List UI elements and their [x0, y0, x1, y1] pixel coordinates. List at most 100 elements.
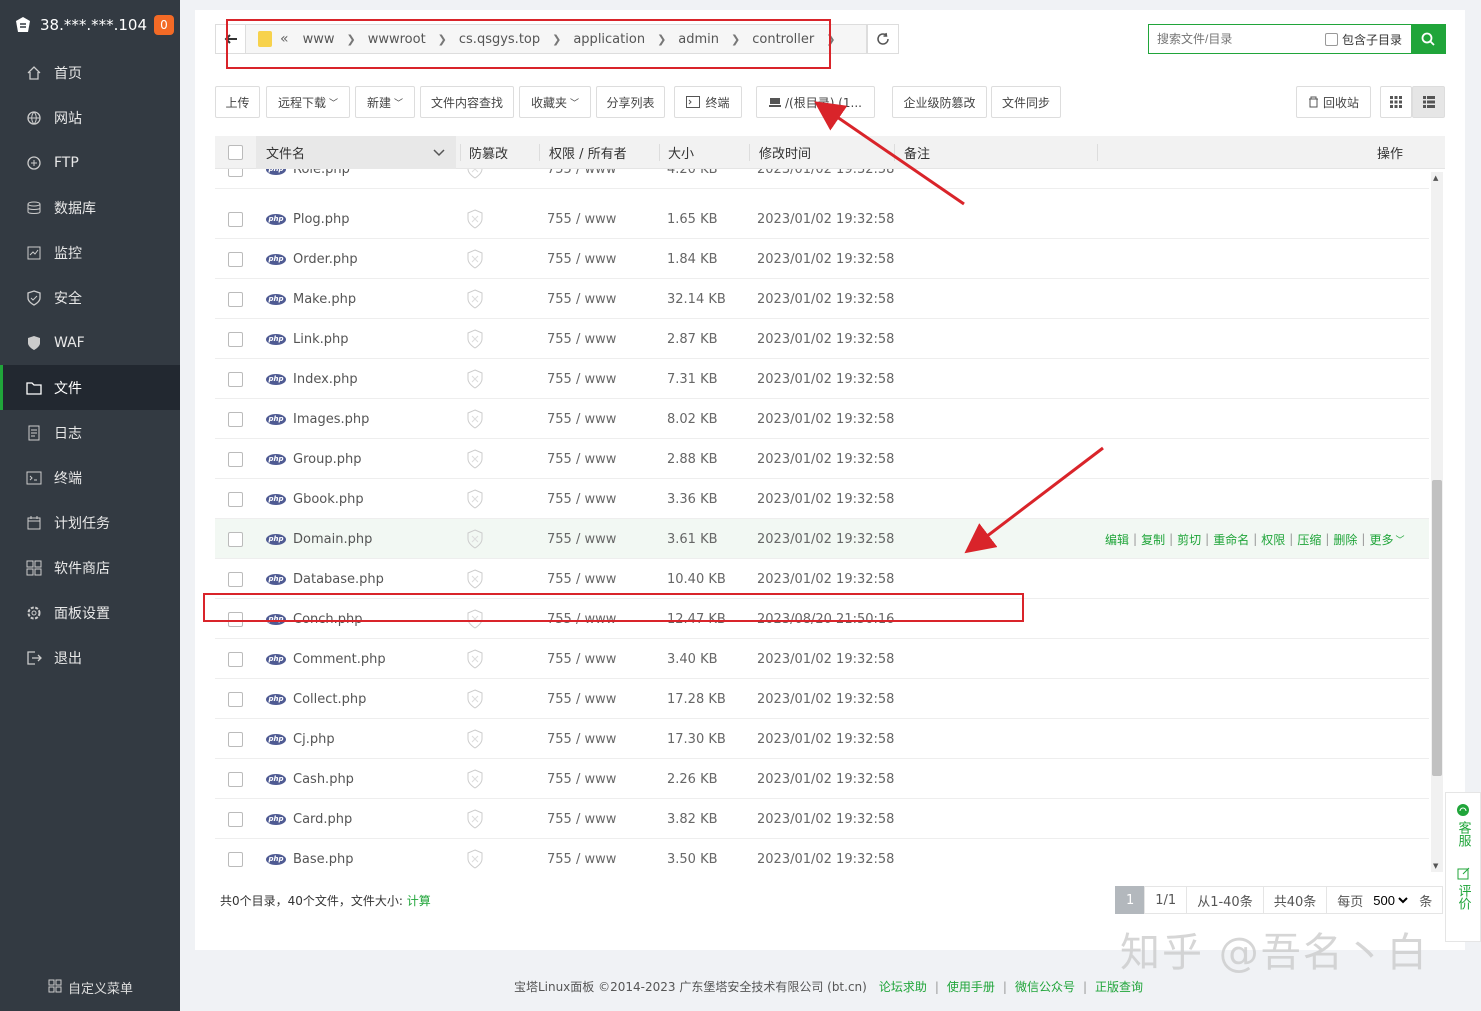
customer-service-button[interactable]: 客服: [1454, 803, 1473, 847]
file-permission[interactable]: 755 / www: [547, 759, 616, 799]
favorites-button[interactable]: 收藏夹 ﹀: [519, 86, 591, 118]
search-button[interactable]: [1411, 25, 1445, 53]
tamper-shield-icon[interactable]: [466, 279, 484, 319]
review-button[interactable]: 评价: [1454, 867, 1473, 910]
row-checkbox[interactable]: [228, 439, 247, 479]
file-name[interactable]: php Make.php: [266, 279, 356, 319]
row-checkbox[interactable]: [228, 319, 247, 359]
chevron-down-icon[interactable]: [433, 136, 445, 169]
file-name[interactable]: php Index.php: [266, 359, 358, 399]
file-name[interactable]: php Gbook.php: [266, 479, 364, 519]
scroll-down-icon[interactable]: ▼: [1433, 862, 1438, 870]
row-op-6[interactable]: 删除: [1333, 531, 1357, 548]
row-checkbox[interactable]: [228, 639, 247, 679]
include-subdir-toggle[interactable]: 包含子目录: [1325, 31, 1402, 48]
tamper-shield-icon[interactable]: [466, 759, 484, 799]
tamper-shield-icon[interactable]: [466, 359, 484, 399]
scrollbar[interactable]: ▲ ▼: [1431, 172, 1443, 872]
file-permission[interactable]: 755 / www: [547, 239, 616, 279]
file-sync-button[interactable]: 文件同步: [991, 86, 1061, 118]
search-input[interactable]: [1149, 25, 1319, 53]
table-row[interactable]: php Cj.php 755 / www 17.30 KB 2023/01/02 19:…: [215, 719, 1429, 759]
sidebar-item-9[interactable]: 终端: [0, 455, 180, 500]
row-checkbox[interactable]: [228, 169, 247, 189]
row-op-7[interactable]: 更多: [1369, 531, 1393, 548]
tamper-shield-icon[interactable]: [466, 519, 484, 559]
table-row[interactable]: php Domain.php 755 / www 3.61 KB 2023/01/02 …: [215, 519, 1429, 559]
sidebar-item-1[interactable]: 网站: [0, 95, 180, 140]
content-search-button[interactable]: 文件内容查找: [420, 86, 514, 118]
scrollbar-thumb[interactable]: [1432, 480, 1442, 776]
recycle-bin-button[interactable]: 回收站: [1296, 86, 1371, 118]
header-mtime[interactable]: 修改时间: [759, 136, 811, 169]
table-row[interactable]: php Plog.php 755 / www 1.65 KB 2023/01/02 19…: [215, 199, 1429, 239]
file-permission[interactable]: 755 / www: [547, 279, 616, 319]
file-name[interactable]: php Link.php: [266, 319, 349, 359]
header-permission[interactable]: 权限 / 所有者: [549, 136, 627, 169]
tamper-shield-icon[interactable]: [466, 319, 484, 359]
row-op-0[interactable]: 编辑: [1105, 531, 1129, 548]
file-name[interactable]: php Comment.php: [266, 639, 386, 679]
tamper-shield-icon[interactable]: [466, 679, 484, 719]
row-checkbox[interactable]: [228, 839, 247, 874]
list-view-button[interactable]: [1412, 86, 1445, 118]
tamper-shield-icon[interactable]: [466, 169, 484, 189]
select-all-checkbox[interactable]: [228, 136, 247, 169]
file-permission[interactable]: 755 / www: [547, 479, 616, 519]
server-brand[interactable]: 38.***.***.104 0: [0, 0, 180, 50]
file-name[interactable]: php Cash.php: [266, 759, 354, 799]
sidebar-item-7[interactable]: 文件: [0, 365, 180, 410]
row-checkbox[interactable]: [228, 759, 247, 799]
include-subdir-checkbox[interactable]: [1325, 32, 1338, 46]
row-checkbox[interactable]: [228, 479, 247, 519]
file-permission[interactable]: 755 / www: [547, 839, 616, 874]
row-op-2[interactable]: 剪切: [1177, 531, 1201, 548]
per-page-select[interactable]: 500: [1369, 891, 1412, 909]
grid-view-button[interactable]: [1380, 86, 1412, 118]
file-permission[interactable]: 755 / www: [547, 679, 616, 719]
header-name[interactable]: 文件名: [266, 136, 305, 169]
file-name[interactable]: php Cj.php: [266, 719, 335, 759]
file-name[interactable]: php Collect.php: [266, 679, 366, 719]
file-name[interactable]: php Card.php: [266, 799, 352, 839]
footer-link-manual[interactable]: 使用手册: [947, 978, 995, 995]
file-name[interactable]: php Plog.php: [266, 199, 350, 239]
disk-button[interactable]: /(根目录) (1...: [756, 86, 875, 118]
tamper-shield-icon[interactable]: [466, 439, 484, 479]
new-button[interactable]: 新建 ﹀: [355, 86, 415, 118]
file-name[interactable]: php Group.php: [266, 439, 361, 479]
file-permission[interactable]: 755 / www: [547, 439, 616, 479]
table-row[interactable]: php Make.php 755 / www 32.14 KB 2023/01/02 1…: [215, 279, 1429, 319]
sidebar-item-3[interactable]: 数据库: [0, 185, 180, 230]
sidebar-item-12[interactable]: 面板设置: [0, 590, 180, 635]
sidebar-item-5[interactable]: 安全: [0, 275, 180, 320]
sidebar-item-6[interactable]: WAF: [0, 320, 180, 365]
share-list-button[interactable]: 分享列表: [596, 86, 665, 118]
tamper-shield-icon[interactable]: [466, 839, 484, 874]
sidebar-item-10[interactable]: 计划任务: [0, 500, 180, 545]
remote-download-button[interactable]: 远程下载 ﹀: [266, 86, 350, 118]
table-row[interactable]: php Role.php 755 / www 4.20 KB 2023/01/02 19…: [215, 169, 1429, 189]
table-row[interactable]: php Gbook.php 755 / www 3.36 KB 2023/01/02 1…: [215, 479, 1429, 519]
terminal-button[interactable]: 终端: [674, 86, 742, 118]
file-permission[interactable]: 755 / www: [547, 169, 616, 189]
table-row[interactable]: php Index.php 755 / www 7.31 KB 2023/01/02 1…: [215, 359, 1429, 399]
table-row[interactable]: php Card.php 755 / www 3.82 KB 2023/01/02 19…: [215, 799, 1429, 839]
file-permission[interactable]: 755 / www: [547, 199, 616, 239]
row-checkbox[interactable]: [228, 359, 247, 399]
tamper-shield-icon[interactable]: [466, 639, 484, 679]
row-checkbox[interactable]: [228, 679, 247, 719]
scroll-up-icon[interactable]: ▲: [1433, 174, 1438, 182]
table-row[interactable]: php Base.php 755 / www 3.50 KB 2023/01/02 19…: [215, 839, 1429, 874]
sidebar-item-0[interactable]: 首页: [0, 50, 180, 95]
row-op-1[interactable]: 复制: [1141, 531, 1165, 548]
custom-menu-button[interactable]: 自定义菜单: [48, 978, 133, 997]
sidebar-item-13[interactable]: 退出: [0, 635, 180, 680]
file-name[interactable]: php Base.php: [266, 839, 354, 874]
tamper-shield-icon[interactable]: [466, 479, 484, 519]
sidebar-item-4[interactable]: 监控: [0, 230, 180, 275]
file-permission[interactable]: 755 / www: [547, 399, 616, 439]
file-permission[interactable]: 755 / www: [547, 319, 616, 359]
row-checkbox[interactable]: [228, 399, 247, 439]
sidebar-item-2[interactable]: FTP: [0, 140, 180, 185]
